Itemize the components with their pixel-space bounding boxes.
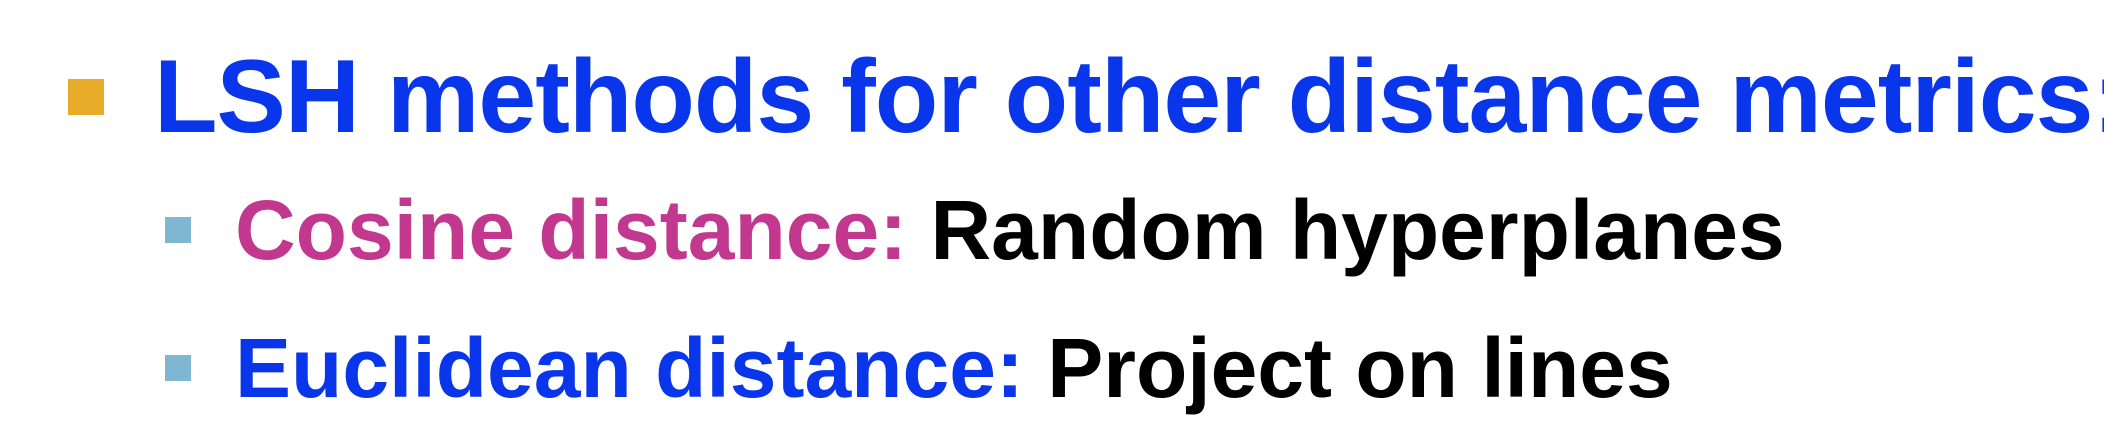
term-cosine: Cosine distance: [235,182,908,277]
sub-bullet-euclidean: Euclidean distance: Project on lines [165,318,1673,418]
bullet-heading: LSH methods for other distance metrics: [154,38,2104,155]
detail-cosine: Random hyperplanes [907,182,1785,277]
sub-bullet-text: Euclidean distance: Project on lines [235,320,1673,417]
detail-euclidean: Project on lines [1023,320,1673,415]
bullet-lsh-methods: LSH methods for other distance metrics: [68,32,2104,162]
sub-bullet-text: Cosine distance: Random hyperplanes [235,182,1785,279]
term-euclidean: Euclidean distance: [235,320,1024,415]
square-bullet-icon [68,79,104,115]
square-bullet-icon [165,355,191,381]
sub-bullet-cosine: Cosine distance: Random hyperplanes [165,180,1785,280]
square-bullet-icon [165,217,191,243]
